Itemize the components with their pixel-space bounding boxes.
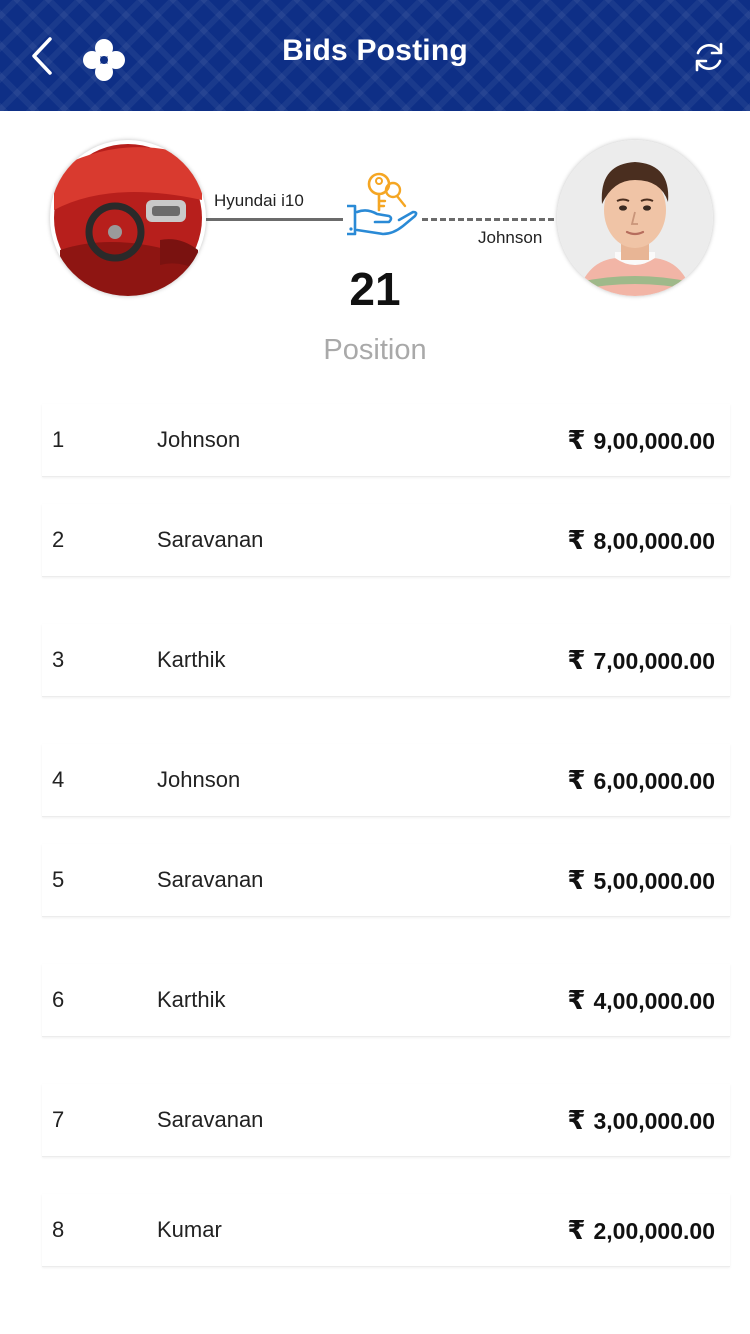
bidder-name: Karthik [157,987,226,1012]
bid-amount-value: 8,00,000.00 [593,528,715,554]
bid-row[interactable]: 7 Saravanan ₹3,00,000.00 [42,1084,730,1157]
buyer-name: Johnson [478,228,543,247]
bid-amount: ₹4,00,000.00 [567,964,715,1037]
bid-amount: ₹2,00,000.00 [567,1194,715,1267]
bid-amount-value: 9,00,000.00 [593,428,715,454]
refresh-icon [695,42,723,72]
bid-amount-value: 5,00,000.00 [593,868,715,894]
bidder-name: Johnson [157,427,241,452]
bid-row[interactable]: 5 Saravanan ₹5,00,000.00 [42,844,730,917]
rupee-icon: ₹ [567,985,586,1015]
rupee-icon: ₹ [567,765,586,795]
rupee-icon: ₹ [567,525,586,555]
bid-amount: ₹7,00,000.00 [567,624,715,697]
rupee-icon: ₹ [567,1105,586,1135]
car-name: Hyundai i10 [214,191,304,210]
refresh-button[interactable] [690,38,728,76]
bid-amount: ₹9,00,000.00 [567,404,715,477]
bid-amount: ₹3,00,000.00 [567,1084,715,1157]
key-handover-icon [343,168,421,240]
connector-line-solid [206,218,343,221]
bidder-name: Karthik [157,647,226,672]
bid-row[interactable]: 1 Johnson ₹9,00,000.00 [42,404,730,477]
bid-row[interactable]: 8 Kumar ₹2,00,000.00 [42,1194,730,1267]
position-number: 21 [349,263,401,315]
bid-row[interactable]: 3 Karthik ₹7,00,000.00 [42,624,730,697]
bid-amount-value: 2,00,000.00 [593,1218,715,1244]
bidder-name: Johnson [157,767,241,792]
bid-row[interactable]: 6 Karthik ₹4,00,000.00 [42,964,730,1037]
connector-line-dashed [422,218,554,221]
rupee-icon: ₹ [567,865,586,895]
bid-amount: ₹8,00,000.00 [567,504,715,577]
bid-amount-value: 6,00,000.00 [593,768,715,794]
bid-amount: ₹5,00,000.00 [567,844,715,917]
bid-rank: 3 [52,647,65,672]
rupee-icon: ₹ [567,645,586,675]
bid-row[interactable]: 4 Johnson ₹6,00,000.00 [42,744,730,817]
bid-amount-value: 7,00,000.00 [593,648,715,674]
bidder-name: Saravanan [157,527,264,552]
bidder-name: Saravanan [157,1107,264,1132]
bid-rank: 4 [52,767,65,792]
bid-rank: 2 [52,527,65,552]
app-header: Bids Posting [0,0,750,111]
bid-rank: 5 [52,867,65,892]
bid-row[interactable]: 2 Saravanan ₹8,00,000.00 [42,504,730,577]
position-label: Position [323,334,427,366]
bid-amount-value: 4,00,000.00 [593,988,715,1014]
bid-rank: 8 [52,1217,65,1242]
bid-amount: ₹6,00,000.00 [567,744,715,817]
bidder-name: Kumar [157,1217,222,1242]
bid-amount-value: 3,00,000.00 [593,1108,715,1134]
bid-rank: 6 [52,987,65,1012]
rupee-icon: ₹ [567,1215,586,1245]
page-title: Bids Posting [282,34,468,67]
bidder-name: Saravanan [157,867,264,892]
bid-rank: 7 [52,1107,65,1132]
bid-rank: 1 [52,427,65,452]
rupee-icon: ₹ [567,425,586,455]
